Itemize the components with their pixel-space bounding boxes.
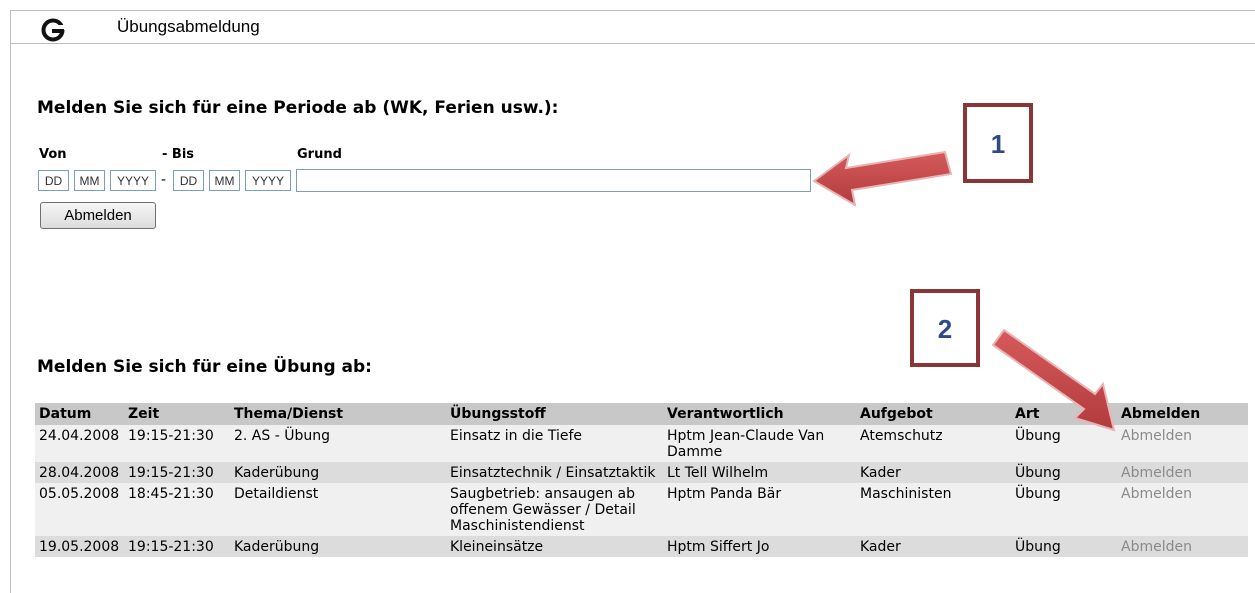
from-day-input[interactable]: DD	[38, 170, 69, 191]
exercise-heading: Melden Sie sich für eine Übung ab:	[37, 357, 372, 377]
cell-zeit: 19:15-21:30	[124, 425, 230, 462]
col-abmelden: Abmelden	[1117, 403, 1248, 425]
callout-1: 1	[963, 103, 1033, 183]
bis-label: - Bis	[162, 147, 195, 162]
cell-thema: 2. AS - Übung	[230, 425, 446, 462]
grund-input[interactable]	[296, 169, 811, 192]
cell-verantwortlich: Hptm Siffert Jo	[663, 536, 856, 557]
col-datum: Datum	[35, 403, 124, 425]
cell-aufgebot: Kader	[856, 462, 1011, 483]
col-uebungsstoff: Übungsstoff	[446, 403, 663, 425]
col-zeit: Zeit	[124, 403, 230, 425]
cell-art: Übung	[1011, 462, 1117, 483]
cell-thema: Detaildienst	[230, 483, 446, 536]
cell-datum: 05.05.2008	[35, 483, 124, 536]
col-verantwortlich: Verantwortlich	[663, 403, 856, 425]
cell-thema: Kaderübung	[230, 536, 446, 557]
cell-uebungsstoff: Einsatztechnik / Einsatztaktik	[446, 462, 663, 483]
table-header-row: Datum Zeit Thema/Dienst Übungsstoff Vera…	[35, 403, 1248, 425]
cell-aufgebot: Maschinisten	[856, 483, 1011, 536]
cell-aufgebot: Kader	[856, 536, 1011, 557]
cell-datum: 28.04.2008	[35, 462, 124, 483]
von-label: Von	[39, 147, 67, 162]
to-year-input[interactable]: YYYY	[245, 170, 291, 191]
period-abmelden-button[interactable]: Abmelden	[40, 202, 156, 229]
abmelden-link[interactable]: Abmelden	[1117, 483, 1248, 536]
grund-label: Grund	[297, 147, 342, 162]
cell-art: Übung	[1011, 483, 1117, 536]
cell-aufgebot: Atemschutz	[856, 425, 1011, 462]
cell-art: Übung	[1011, 425, 1117, 462]
cell-thema: Kaderübung	[230, 462, 446, 483]
cell-verantwortlich: Hptm Panda Bär	[663, 483, 856, 536]
table-row: 19.05.2008 19:15-21:30 Kaderübung Kleine…	[35, 536, 1248, 557]
back-arrow-logo-icon[interactable]	[40, 17, 66, 43]
cell-uebungsstoff: Kleineinsätze	[446, 536, 663, 557]
page-title: Übungsabmeldung	[117, 17, 260, 36]
range-dash: -	[161, 172, 167, 188]
exercise-table: Datum Zeit Thema/Dienst Übungsstoff Vera…	[35, 403, 1248, 557]
cell-verantwortlich: Lt Tell Wilhelm	[663, 462, 856, 483]
cell-datum: 19.05.2008	[35, 536, 124, 557]
col-thema: Thema/Dienst	[230, 403, 446, 425]
from-year-input[interactable]: YYYY	[110, 170, 156, 191]
cell-verantwortlich: Hptm Jean-Claude Van Damme	[663, 425, 856, 462]
table-row: 28.04.2008 19:15-21:30 Kaderübung Einsat…	[35, 462, 1248, 483]
cell-art: Übung	[1011, 536, 1117, 557]
cell-uebungsstoff: Saugbetrieb: ansaugen ab offenem Gewässe…	[446, 483, 663, 536]
table-row: 24.04.2008 19:15-21:30 2. AS - Übung Ein…	[35, 425, 1248, 462]
callout-2: 2	[910, 289, 980, 367]
col-art: Art	[1011, 403, 1117, 425]
to-month-input[interactable]: MM	[209, 170, 240, 191]
cell-zeit: 18:45-21:30	[124, 483, 230, 536]
abmelden-link[interactable]: Abmelden	[1117, 536, 1248, 557]
title-bar: Übungsabmeldung	[10, 11, 1255, 44]
to-day-input[interactable]: DD	[173, 170, 204, 191]
from-month-input[interactable]: MM	[74, 170, 105, 191]
abmelden-link[interactable]: Abmelden	[1117, 462, 1248, 483]
cell-datum: 24.04.2008	[35, 425, 124, 462]
table-row: 05.05.2008 18:45-21:30 Detaildienst Saug…	[35, 483, 1248, 536]
cell-zeit: 19:15-21:30	[124, 462, 230, 483]
period-heading: Melden Sie sich für eine Periode ab (WK,…	[37, 98, 559, 118]
abmelden-link[interactable]: Abmelden	[1117, 425, 1248, 462]
col-aufgebot: Aufgebot	[856, 403, 1011, 425]
cell-uebungsstoff: Einsatz in die Tiefe	[446, 425, 663, 462]
cell-zeit: 19:15-21:30	[124, 536, 230, 557]
